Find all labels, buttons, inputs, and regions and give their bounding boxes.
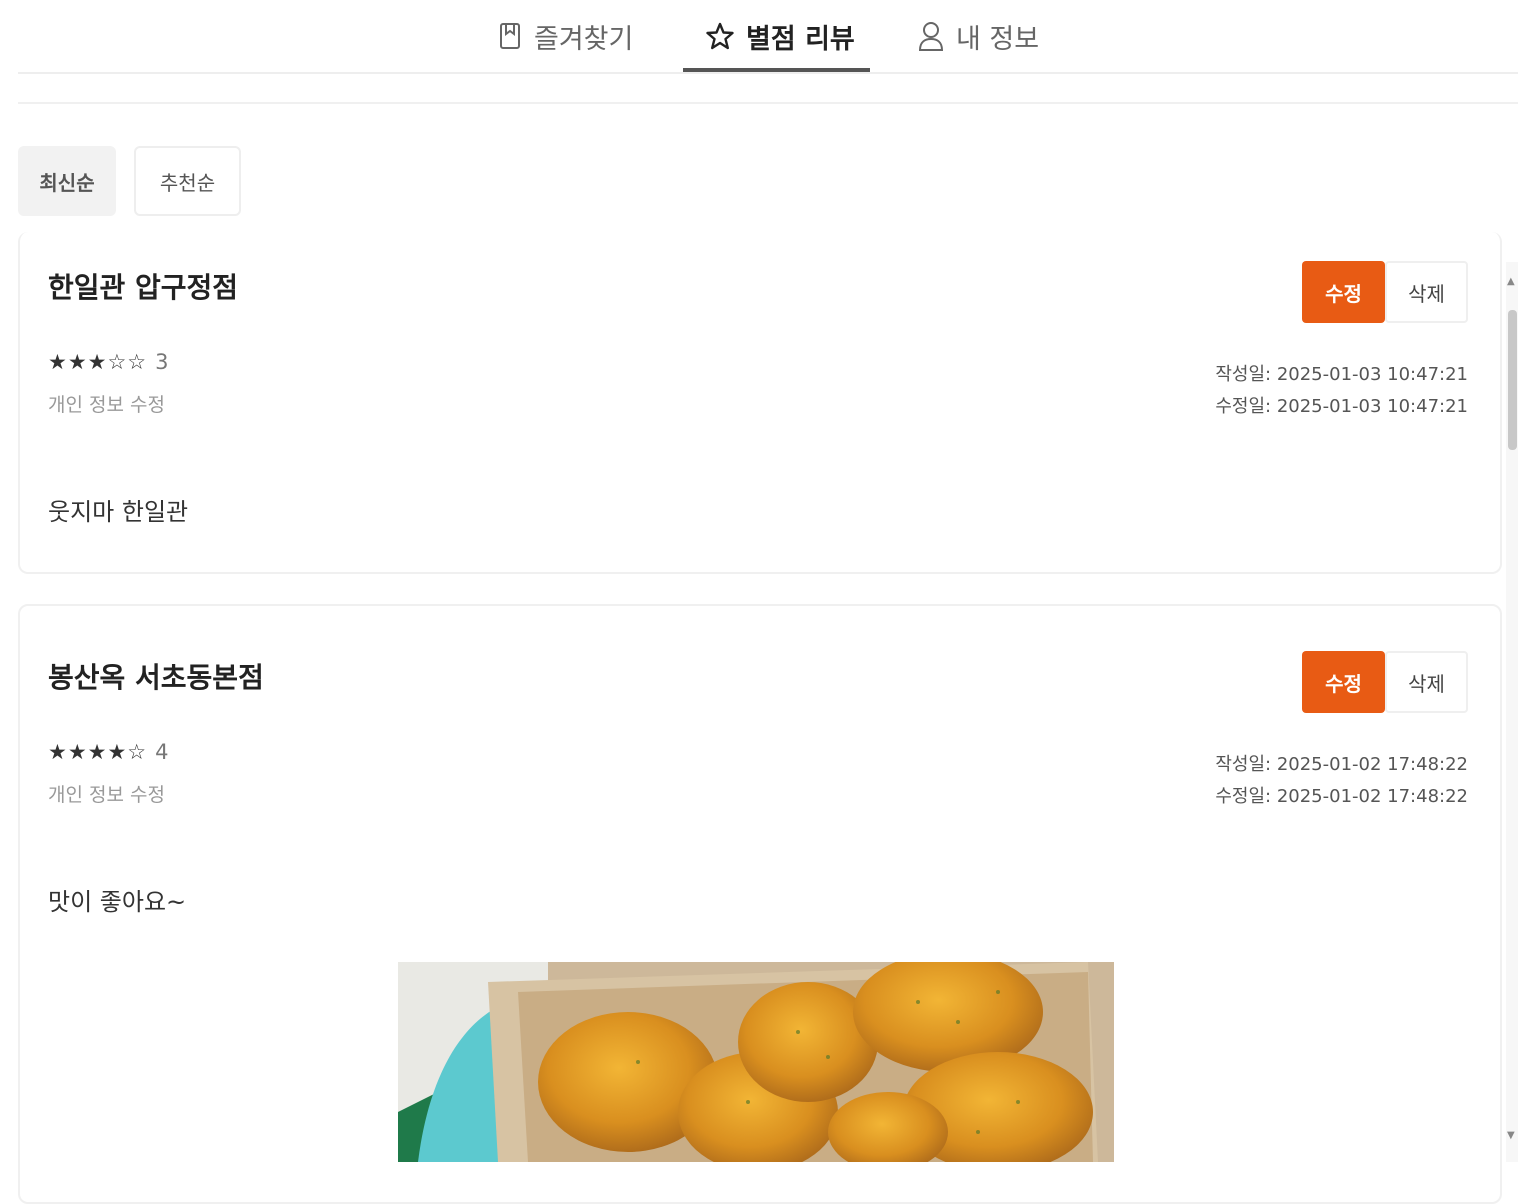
review-card: 한일관 압구정점 ★★★☆☆ 3 개인 정보 수정 웃지마 한일관 수정 삭제 작… [18,232,1502,574]
tab-favorites[interactable]: 즐겨찾기 [498,14,633,58]
active-tab-indicator [683,68,870,72]
tab-star-reviews[interactable]: 별점 리뷰 [706,14,855,58]
edit-review-button[interactable]: 수정 [1302,651,1385,713]
stars-display: ★★★★☆ [48,740,148,764]
created-date: 작성일: 2025-01-03 10:47:21 [1215,364,1468,385]
scroll-up-arrow-icon[interactable]: ▲ [1507,276,1515,287]
modified-date: 수정일: 2025-01-03 10:47:21 [1215,396,1468,417]
tab-my-info-label: 내 정보 [956,23,1040,55]
fried-chicken-photo [398,962,1114,1162]
scroll-thumb[interactable] [1508,310,1517,450]
rating-value: 3 [155,350,169,374]
edit-info-label: 개인 정보 수정 [48,394,165,416]
user-icon [918,21,944,51]
created-date: 작성일: 2025-01-02 17:48:22 [1215,754,1468,775]
edit-info-label: 개인 정보 수정 [48,784,165,806]
sort-recommend-button[interactable]: 추천순 [134,146,241,216]
tab-bar: 즐겨찾기 별점 리뷰 내 정보 [18,0,1518,74]
star-rating: ★★★☆☆ 3 [48,350,169,374]
delete-review-button[interactable]: 삭제 [1385,651,1468,713]
review-content: 웃지마 한일관 [48,498,189,526]
tab-favorites-label: 즐겨찾기 [534,23,634,55]
review-photo[interactable] [398,962,1114,1162]
star-icon [706,22,734,50]
divider [18,102,1518,104]
edit-review-button[interactable]: 수정 [1302,261,1385,323]
store-name: 한일관 압구정점 [48,271,239,304]
rating-value: 4 [155,740,169,764]
review-content: 맛이 좋아요~ [48,888,187,916]
scrollbar[interactable]: ▲ ▼ [1506,262,1518,1162]
tab-my-info[interactable]: 내 정보 [918,14,1039,58]
stars-display: ★★★☆☆ [48,350,148,374]
review-card: 봉산옥 서초동본점 ★★★★☆ 4 개인 정보 수정 맛이 좋아요~ 수정 삭제 … [18,604,1502,1204]
sort-latest-button[interactable]: 최신순 [18,146,116,216]
modified-date: 수정일: 2025-01-02 17:48:22 [1215,786,1468,807]
store-name: 봉산옥 서초동본점 [48,661,264,694]
tab-star-reviews-label: 별점 리뷰 [746,23,855,55]
bookmark-icon [498,22,522,50]
delete-review-button[interactable]: 삭제 [1385,261,1468,323]
scroll-down-arrow-icon[interactable]: ▼ [1507,1130,1515,1141]
star-rating: ★★★★☆ 4 [48,740,169,764]
